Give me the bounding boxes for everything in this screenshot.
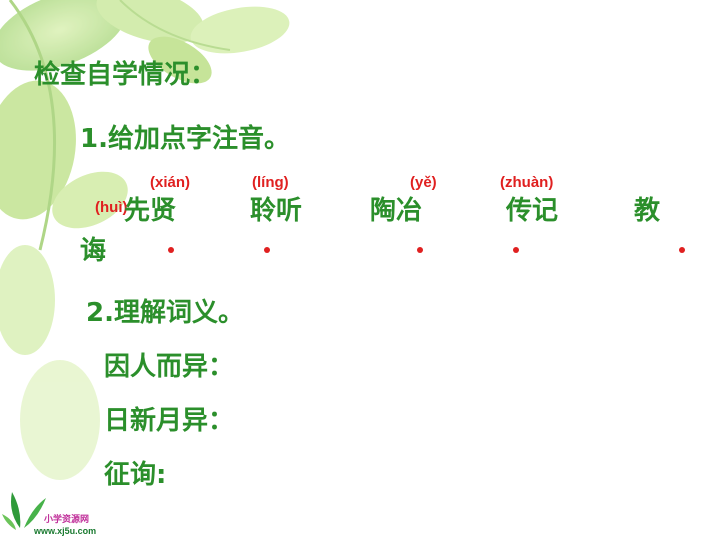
- emphasis-dot: [513, 247, 519, 253]
- logo-url: www.xj5u.com: [34, 526, 97, 536]
- emphasis-dot: [679, 247, 685, 253]
- word-jiao: 教: [634, 196, 661, 226]
- pinyin-zhuan: (zhuàn): [500, 174, 554, 191]
- emphasis-dot: [264, 247, 270, 253]
- emphasis-dot: [168, 247, 174, 253]
- term-zhengxun: 征询:: [104, 460, 167, 490]
- word-xianxian: 先贤: [124, 196, 177, 226]
- term-rixinyueyi: 日新月异：: [104, 406, 235, 436]
- section-heading: 检查自学情况：: [34, 60, 217, 90]
- word-hui: 诲: [80, 236, 107, 266]
- word-lingting: 聆听: [250, 196, 303, 226]
- term-yinrenreyi: 因人而异：: [104, 352, 235, 382]
- word-zhuanji: 传记: [506, 196, 559, 226]
- logo-name: 小学资源网: [44, 515, 90, 525]
- word-taoye: 陶冶: [370, 196, 423, 226]
- pinyin-ling: (líng): [252, 174, 289, 191]
- pinyin-hui: (huì): [95, 199, 128, 216]
- pinyin-xian: (xián): [150, 174, 191, 191]
- question-1-title: 1.给加点字注音。: [80, 124, 290, 154]
- pinyin-ye: (yě): [410, 174, 437, 191]
- emphasis-dot: [417, 247, 423, 253]
- question-2-title: 2.理解词义。: [86, 298, 244, 328]
